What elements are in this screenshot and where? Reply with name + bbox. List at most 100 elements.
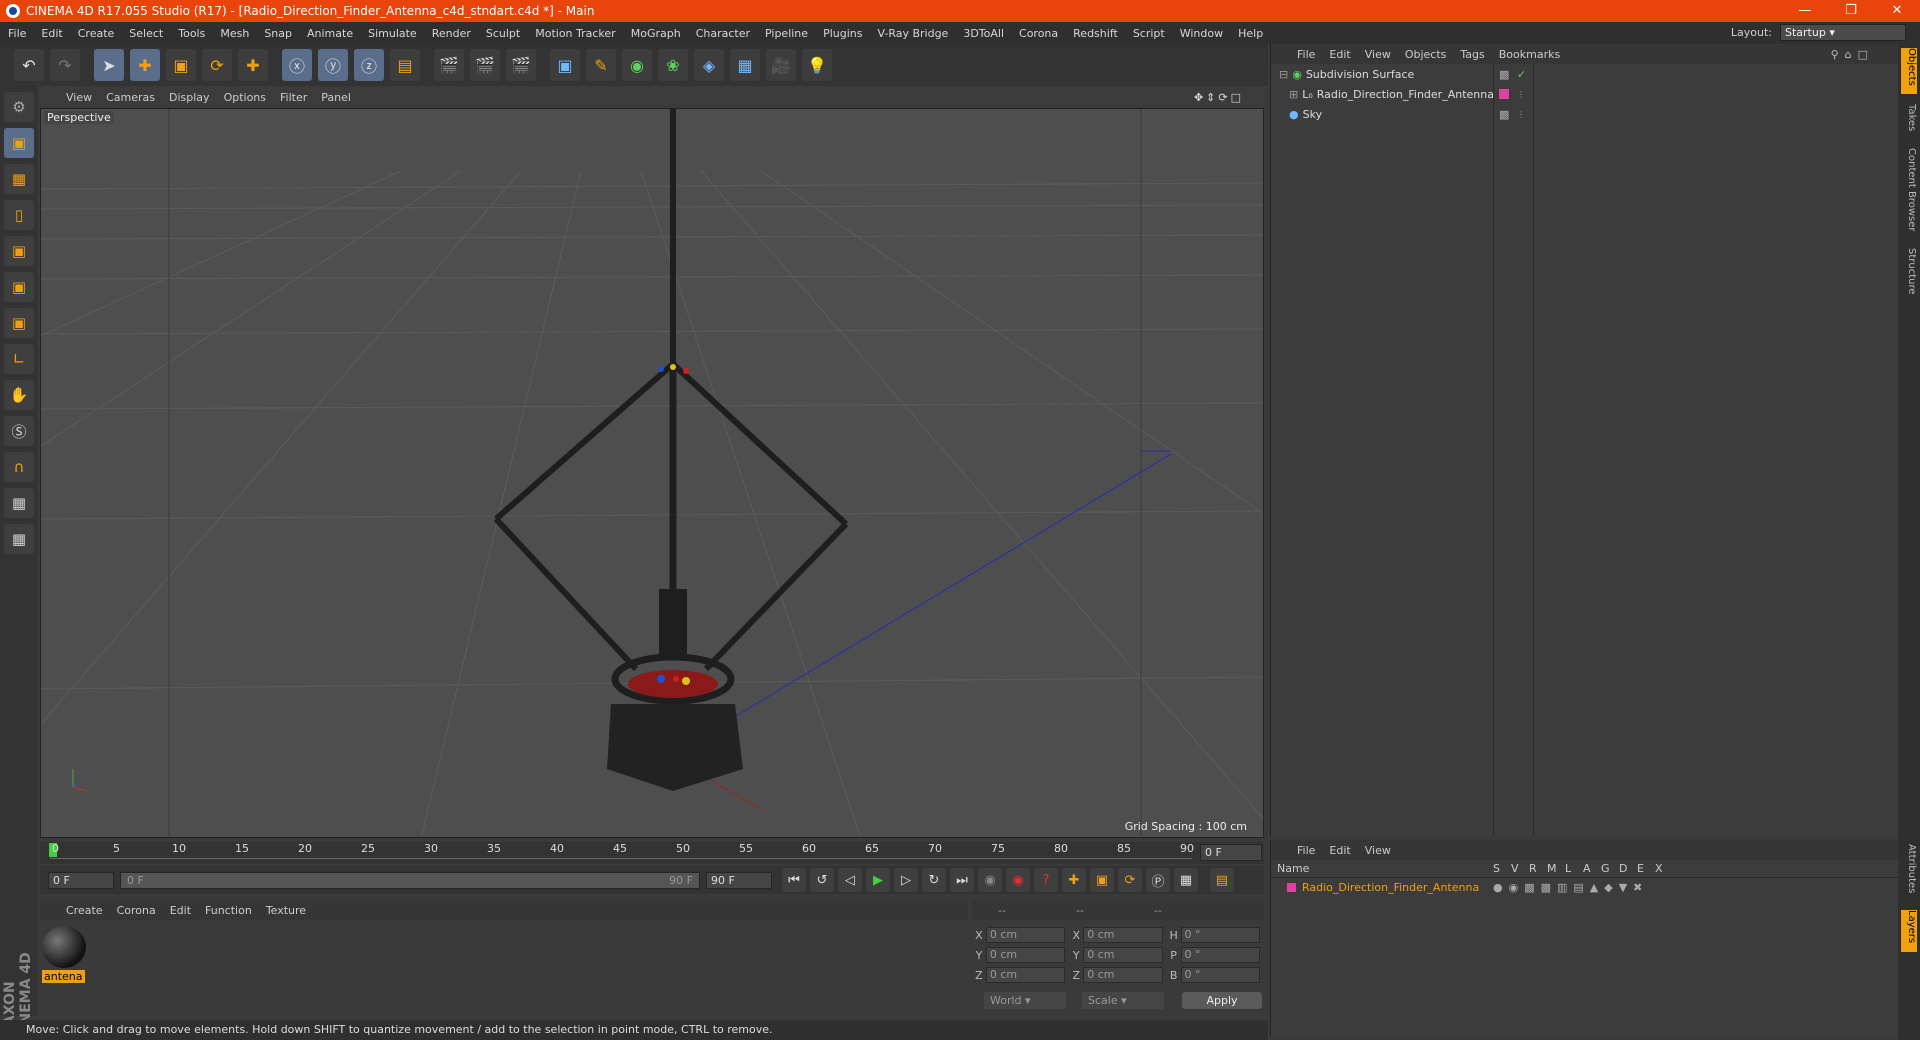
- select-tool-icon[interactable]: ➤: [94, 49, 124, 81]
- layer-toggle-icons[interactable]: ●◉▩▩▥▤▲◆▼✖: [1493, 881, 1648, 894]
- menu-tools[interactable]: Tools: [178, 27, 205, 40]
- z-axis-lock-icon[interactable]: ⓩ: [354, 49, 384, 81]
- key-pla-icon[interactable]: ▦: [1174, 868, 1198, 892]
- current-frame-field[interactable]: 0 F: [1200, 844, 1262, 861]
- workplane-snap-icon[interactable]: ▦: [4, 524, 34, 554]
- key-scale-icon[interactable]: ▣: [1090, 868, 1114, 892]
- menu-mesh[interactable]: Mesh: [220, 27, 249, 40]
- deformer-icon[interactable]: ◈: [694, 49, 724, 81]
- viewport-menu-view[interactable]: View: [66, 91, 92, 104]
- menu-simulate[interactable]: Simulate: [368, 27, 417, 40]
- visibility-toggle-icon[interactable]: ▩: [1499, 68, 1509, 81]
- objects-menu-edit[interactable]: Edit: [1329, 48, 1350, 61]
- mograph-cloner-icon[interactable]: ❀: [658, 49, 688, 81]
- go-to-end-icon[interactable]: ⏭: [950, 868, 974, 892]
- render-picture-viewer-icon[interactable]: 🎬: [470, 49, 500, 81]
- layers-menu-file[interactable]: File: [1297, 844, 1315, 857]
- menu-script[interactable]: Script: [1133, 27, 1165, 40]
- menu-corona[interactable]: Corona: [1019, 27, 1058, 40]
- floor-scene-icon[interactable]: ▦: [730, 49, 760, 81]
- viewport-menu-cameras[interactable]: Cameras: [106, 91, 155, 104]
- workplane-mode-icon[interactable]: ▯: [4, 200, 34, 230]
- object-manager-search-icon[interactable]: ⚲⌂□: [1831, 48, 1874, 61]
- camera-icon[interactable]: 🎥: [766, 49, 796, 81]
- keyframe-selection-icon[interactable]: ?: [1034, 868, 1058, 892]
- timeline-window-icon[interactable]: ▤: [1210, 868, 1234, 892]
- perspective-viewport[interactable]: Perspective Grid Spacing : 100 cm: [40, 108, 1264, 838]
- snap-magnet-icon[interactable]: ∩: [4, 452, 34, 482]
- render-settings-icon[interactable]: 🎬: [506, 49, 536, 81]
- position-x-field[interactable]: 0 cm: [985, 927, 1066, 943]
- points-mode-icon[interactable]: ▣: [4, 236, 34, 266]
- viewport-navigation-icons[interactable]: ✥⇕⟳□: [1194, 91, 1244, 104]
- menu-select[interactable]: Select: [129, 27, 163, 40]
- move-tool-icon[interactable]: ✚: [130, 49, 160, 81]
- tab-layers[interactable]: Layers: [1901, 910, 1917, 952]
- menu-window[interactable]: Window: [1180, 27, 1223, 40]
- redo-icon[interactable]: ↷: [50, 49, 80, 81]
- tab-content-browser[interactable]: Content Browser: [1901, 148, 1917, 238]
- key-rotation-icon[interactable]: ⟳: [1118, 868, 1142, 892]
- menu-redshift[interactable]: Redshift: [1073, 27, 1118, 40]
- position-z-field[interactable]: 0 cm: [985, 967, 1066, 983]
- layers-menu-edit[interactable]: Edit: [1329, 844, 1350, 857]
- viewport-menu-filter[interactable]: Filter: [280, 91, 307, 104]
- viewport-menu-panel[interactable]: Panel: [321, 91, 351, 104]
- viewport-menu-options[interactable]: Options: [224, 91, 266, 104]
- frame-range-slider[interactable]: 0 F 90 F: [120, 871, 700, 889]
- timeline-ruler[interactable]: 0 5 10 15 20 25 30 35 40 45 50 55 60 65 …: [40, 842, 1264, 864]
- layers-menu-view[interactable]: View: [1365, 844, 1391, 857]
- menu-plugins[interactable]: Plugins: [823, 27, 862, 40]
- pen-spline-icon[interactable]: ✎: [586, 49, 616, 81]
- layer-color-swatch[interactable]: [1287, 882, 1296, 892]
- object-row-sky[interactable]: ● Sky ▩ ⋮: [1271, 104, 1899, 124]
- tab-objects[interactable]: Objects: [1901, 48, 1917, 94]
- tweak-mode-icon[interactable]: ✋: [4, 380, 34, 410]
- material-menu-edit[interactable]: Edit: [170, 904, 191, 917]
- polygons-mode-icon[interactable]: ▣: [4, 308, 34, 338]
- viewport-menu-display[interactable]: Display: [169, 91, 210, 104]
- menu-mograph[interactable]: MoGraph: [631, 27, 681, 40]
- size-y-field[interactable]: 0 cm: [1083, 947, 1163, 963]
- close-button[interactable]: ✕: [1874, 0, 1920, 22]
- edges-mode-icon[interactable]: ▣: [4, 272, 34, 302]
- size-z-field[interactable]: 0 cm: [1083, 967, 1163, 983]
- light-icon[interactable]: 💡: [802, 49, 832, 81]
- object-row-subdivision-surface[interactable]: ⊟ ◉ Subdivision Surface ▩ ✓: [1271, 64, 1899, 84]
- layer-color-swatch[interactable]: [1499, 89, 1509, 99]
- menu-render[interactable]: Render: [432, 27, 471, 40]
- y-axis-lock-icon[interactable]: ⓨ: [318, 49, 348, 81]
- minimize-button[interactable]: —: [1782, 0, 1828, 22]
- menu-3dtoall[interactable]: 3DToAll: [963, 27, 1004, 40]
- layout-dropdown[interactable]: Startup ▾: [1780, 24, 1906, 41]
- objects-menu-objects[interactable]: Objects: [1405, 48, 1447, 61]
- render-view-icon[interactable]: 🎬: [434, 49, 464, 81]
- coordinate-mode-dropdown[interactable]: Scale ▾: [1082, 992, 1164, 1009]
- go-to-start-icon[interactable]: ⏮: [782, 868, 806, 892]
- menu-vray-bridge[interactable]: V-Ray Bridge: [877, 27, 948, 40]
- x-axis-lock-icon[interactable]: ⓧ: [282, 49, 312, 81]
- recent-tool-icon[interactable]: ✚: [238, 49, 268, 81]
- subdivision-generator-icon[interactable]: ◉: [622, 49, 652, 81]
- key-parameter-icon[interactable]: Ⓟ: [1146, 868, 1170, 892]
- menu-help[interactable]: Help: [1238, 27, 1263, 40]
- material-menu-function[interactable]: Function: [205, 904, 252, 917]
- object-row-antenna[interactable]: ⊞ L₀ Radio_Direction_Finder_Antenna ⋮: [1271, 84, 1899, 104]
- menu-sculpt[interactable]: Sculpt: [486, 27, 520, 40]
- previous-frame-icon[interactable]: ◁: [838, 868, 862, 892]
- objects-menu-view[interactable]: View: [1365, 48, 1391, 61]
- tab-attributes[interactable]: Attributes: [1901, 844, 1917, 902]
- menu-pipeline[interactable]: Pipeline: [765, 27, 808, 40]
- rotation-b-field[interactable]: 0 °: [1180, 967, 1260, 983]
- autokey-icon[interactable]: ◉: [1006, 868, 1030, 892]
- menu-edit[interactable]: Edit: [41, 27, 62, 40]
- key-position-icon[interactable]: ✚: [1062, 868, 1086, 892]
- coordinate-space-dropdown[interactable]: World ▾: [984, 992, 1066, 1009]
- visibility-dots-icon[interactable]: ⋮: [1517, 110, 1525, 119]
- menu-file[interactable]: File: [8, 27, 26, 40]
- previous-key-icon[interactable]: ↺: [810, 868, 834, 892]
- material-menu-create[interactable]: Create: [66, 904, 103, 917]
- next-frame-icon[interactable]: ▷: [894, 868, 918, 892]
- material-menu-texture[interactable]: Texture: [266, 904, 306, 917]
- make-editable-icon[interactable]: ⚙: [4, 92, 34, 122]
